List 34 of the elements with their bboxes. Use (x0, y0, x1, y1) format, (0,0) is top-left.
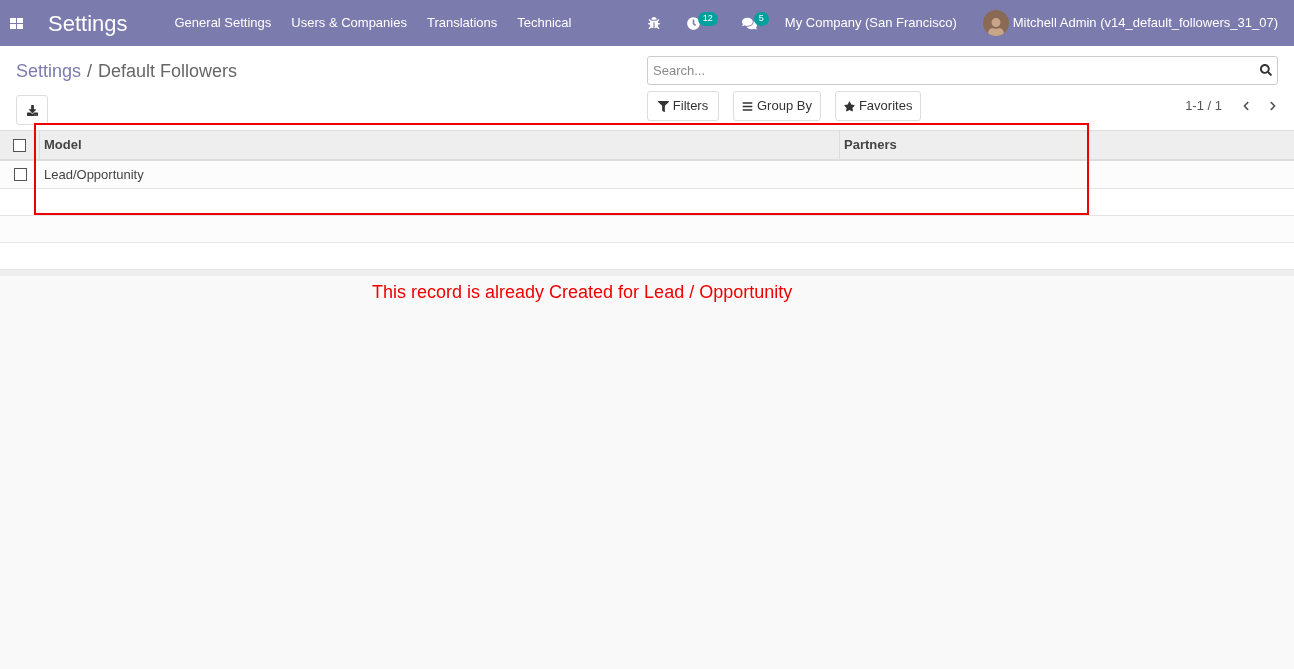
chat-icon[interactable] (741, 15, 757, 31)
clock-icon[interactable] (686, 16, 700, 30)
menu-link[interactable]: Translations (426, 13, 498, 33)
breadcrumb-separator: / (87, 60, 93, 83)
apps-grid-icon[interactable] (10, 17, 23, 29)
breadcrumb-current: Default Followers (98, 60, 238, 83)
table-cell: Lead/Opportunity (44, 166, 144, 182)
search-field[interactable]: Search... (647, 56, 1278, 85)
app-title: Settings (48, 9, 128, 38)
menu-link[interactable]: Technical (517, 13, 572, 33)
bug-icon[interactable] (647, 17, 660, 29)
previous-page-icon[interactable] (1241, 101, 1251, 111)
funnel-icon (657, 100, 669, 112)
column-header[interactable]: Partners (844, 135, 897, 155)
checkbox[interactable] (13, 138, 26, 152)
company-switcher[interactable]: My Company (San Francisco) (784, 13, 957, 33)
filter-dropdown-button[interactable]: Group By (733, 91, 821, 121)
message-count-badge: 5 (753, 12, 769, 26)
menu-link[interactable]: General Settings (174, 13, 272, 33)
star-icon (843, 100, 855, 112)
checkbox[interactable] (13, 168, 27, 181)
pager-value: 1-1 / 1 (1185, 97, 1222, 116)
filter-dropdown-button[interactable]: Favorites (834, 91, 922, 121)
breadcrumb-link[interactable]: Settings (16, 58, 82, 85)
next-page-icon[interactable] (1268, 101, 1278, 111)
list-icon (742, 100, 753, 112)
menu-link[interactable]: Users & Companies (291, 13, 407, 33)
user-menu[interactable]: Mitchell Admin (v14_default_followers_31_07) (1012, 13, 1278, 33)
activity-count-badge: 12 (697, 12, 718, 26)
column-header[interactable]: Model (44, 135, 82, 155)
download-icon (26, 104, 38, 116)
filter-dropdown-button[interactable]: Filters (647, 91, 719, 121)
search-icon[interactable] (1260, 64, 1272, 76)
annotation-note: This record is already Created for Lead / Opportunity (372, 282, 793, 302)
